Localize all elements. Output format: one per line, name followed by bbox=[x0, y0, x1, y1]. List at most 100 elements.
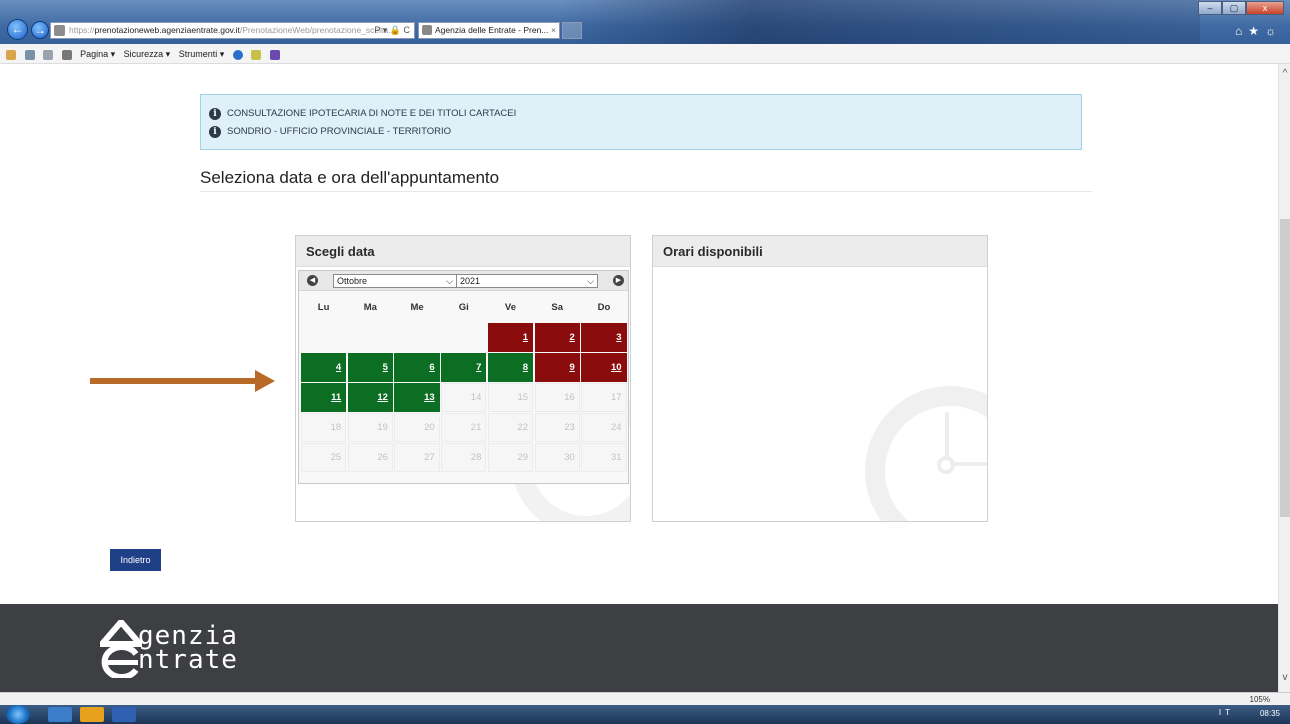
tab-title: Agenzia delle Entrate - Pren... bbox=[435, 25, 549, 35]
calendar-week-row: 123 bbox=[301, 323, 628, 353]
info-line: i CONSULTAZIONE IPOTECARIA DI NOTE E DEI… bbox=[209, 105, 1081, 123]
calendar-day-disabled: 19 bbox=[347, 413, 393, 442]
address-host: prenotazioneweb.agenziaentrate.gov.it bbox=[94, 25, 240, 35]
calendar-day-disabled: 28 bbox=[441, 443, 487, 472]
menu-pagina[interactable]: Pagina ▾ bbox=[80, 49, 115, 59]
taskbar-app-icon[interactable] bbox=[80, 707, 104, 722]
calendar-day-full[interactable]: 9 bbox=[534, 353, 580, 382]
info-line: i SONDRIO - UFFICIO PROVINCIALE - TERRIT… bbox=[209, 123, 1081, 141]
logo-mark-icon bbox=[100, 620, 142, 678]
calendar-day-disabled: 17 bbox=[581, 383, 627, 412]
back-icon[interactable]: ← bbox=[7, 19, 28, 40]
calendar-day-available[interactable]: 7 bbox=[441, 353, 487, 382]
calendar-prev-icon[interactable]: ◀ bbox=[307, 275, 318, 286]
info-icon: i bbox=[209, 108, 221, 120]
calendar-day-full[interactable]: 10 bbox=[581, 353, 627, 382]
calendar-day-disabled: 23 bbox=[534, 413, 580, 442]
calendar-day-available[interactable]: 12 bbox=[347, 383, 393, 412]
scroll-thumb[interactable] bbox=[1280, 219, 1290, 517]
back-button[interactable]: Indietro bbox=[110, 549, 161, 571]
new-tab-button[interactable] bbox=[562, 22, 582, 39]
browser-tab[interactable]: Agenzia delle Entrate - Pren... × bbox=[418, 22, 560, 39]
calendar-day-full[interactable]: 1 bbox=[487, 323, 534, 352]
feeds-icon[interactable] bbox=[24, 49, 35, 60]
calendar-day-available[interactable]: 8 bbox=[487, 353, 534, 382]
calendar-day-disabled: 26 bbox=[347, 443, 393, 472]
menu-strumenti[interactable]: Strumenti ▾ bbox=[179, 49, 225, 59]
address-controls[interactable]: P ▾ 🔒 C bbox=[374, 23, 410, 38]
year-value: 2021 bbox=[460, 276, 481, 286]
chevron-down-icon: ⌵ bbox=[446, 276, 453, 286]
chevron-down-icon: ⌵ bbox=[587, 276, 594, 286]
mail-icon[interactable] bbox=[43, 49, 54, 60]
title-divider bbox=[200, 191, 1092, 192]
weekday-label: Me bbox=[410, 302, 424, 313]
print-icon[interactable] bbox=[61, 49, 72, 60]
start-button[interactable] bbox=[6, 705, 30, 724]
year-select[interactable]: 2021 ⌵ bbox=[456, 274, 598, 288]
calendar-day-empty bbox=[348, 323, 393, 352]
tab-close-icon[interactable]: × bbox=[551, 23, 556, 38]
address-path: /PrenotazioneWeb/prenotazione_scelta... bbox=[239, 25, 396, 35]
info-icon: i bbox=[209, 126, 221, 138]
month-select[interactable]: Ottobre ⌵ bbox=[333, 274, 457, 288]
weekday-row: Lu Ma Me Gi Ve Sa Do bbox=[301, 293, 628, 323]
calendar-day-available[interactable]: 6 bbox=[394, 353, 440, 382]
browser-titlebar: ← → https://prenotazioneweb.agenziaentra… bbox=[0, 0, 1290, 44]
address-prefix: https:// bbox=[69, 25, 95, 35]
weekday-label: Sa bbox=[551, 302, 564, 313]
calendar-day-disabled: 20 bbox=[394, 413, 440, 442]
weekday-label: Ma bbox=[363, 302, 377, 313]
calendar-day-disabled: 18 bbox=[301, 413, 347, 442]
hours-panel: Orari disponibili bbox=[652, 235, 988, 522]
hours-panel-title: Orari disponibili bbox=[653, 236, 987, 267]
calendar-day-disabled: 14 bbox=[441, 383, 487, 412]
calendar-day-disabled: 25 bbox=[301, 443, 347, 472]
calendar-day-empty bbox=[394, 323, 439, 352]
calendar-day-disabled: 22 bbox=[487, 413, 534, 442]
address-bar[interactable]: https://prenotazioneweb.agenziaentrate.g… bbox=[50, 22, 415, 39]
window-controls: – ▢ x bbox=[1198, 1, 1284, 15]
tab-icon bbox=[422, 25, 432, 35]
calendar-next-icon[interactable]: ▶ bbox=[613, 275, 624, 286]
addon-icon-2[interactable] bbox=[269, 49, 280, 60]
weekday-label: Do bbox=[597, 302, 611, 313]
maximize-button[interactable]: ▢ bbox=[1222, 1, 1246, 15]
calendar-day-available[interactable]: 11 bbox=[301, 383, 347, 412]
calendar-day-available[interactable]: 4 bbox=[301, 353, 347, 382]
page-scrollbar[interactable]: ^ v bbox=[1278, 64, 1290, 692]
help-icon[interactable] bbox=[232, 49, 243, 60]
browser-right-icons[interactable]: ⌂★☼ bbox=[1235, 24, 1282, 38]
calendar-day-full[interactable]: 3 bbox=[581, 323, 627, 352]
close-button[interactable]: x bbox=[1246, 1, 1284, 15]
calendar-week-row: 11 12 13 14 15 16 17 bbox=[301, 383, 628, 413]
minimize-button[interactable]: – bbox=[1198, 1, 1222, 15]
taskbar-word-icon[interactable] bbox=[112, 707, 136, 722]
language-indicator[interactable]: IT bbox=[1219, 708, 1234, 717]
calendar-day-full[interactable]: 2 bbox=[534, 323, 580, 352]
weekday-label: Ve bbox=[504, 302, 517, 313]
taskbar-ie-icon[interactable] bbox=[48, 707, 72, 722]
calendar-grid: Lu Ma Me Gi Ve Sa Do 1 2 3 4 5 6 7 8 9 10 11 12 13 14 15 16 17… bbox=[301, 293, 628, 473]
forward-icon[interactable]: → bbox=[31, 21, 49, 39]
month-value: Ottobre bbox=[337, 276, 368, 286]
info-box: i CONSULTAZIONE IPOTECARIA DI NOTE E DEI… bbox=[200, 94, 1082, 150]
menu-sicurezza[interactable]: Sicurezza ▾ bbox=[124, 49, 171, 59]
calendar-day-disabled: 21 bbox=[441, 413, 487, 442]
scroll-down-icon[interactable]: v bbox=[1279, 672, 1290, 683]
date-panel: Scegli data ◀ Ottobre ⌵ 2021 ⌵ ▶ Lu Ma Me G… bbox=[295, 235, 631, 522]
scroll-up-icon[interactable]: ^ bbox=[1279, 68, 1290, 79]
arrow-icon bbox=[90, 370, 275, 392]
page-title: Seleziona data e ora dell'appuntamento bbox=[200, 168, 500, 187]
clock-center bbox=[937, 456, 955, 474]
calendar-day-available[interactable]: 5 bbox=[347, 353, 393, 382]
agenzia-entrate-logo[interactable]: genzia ntrate bbox=[100, 614, 300, 684]
titlebar-glass bbox=[560, 0, 1200, 44]
calendar-day-empty bbox=[441, 323, 486, 352]
calendar: ◀ Ottobre ⌵ 2021 ⌵ ▶ Lu Ma Me Gi Ve Sa Do 1234… bbox=[298, 270, 629, 484]
calendar-day-available[interactable]: 13 bbox=[394, 383, 440, 412]
addon-icon[interactable] bbox=[251, 49, 262, 60]
home-icon[interactable] bbox=[6, 49, 16, 60]
calendar-day-disabled: 29 bbox=[487, 443, 534, 472]
clock-watermark-icon bbox=[865, 386, 987, 521]
